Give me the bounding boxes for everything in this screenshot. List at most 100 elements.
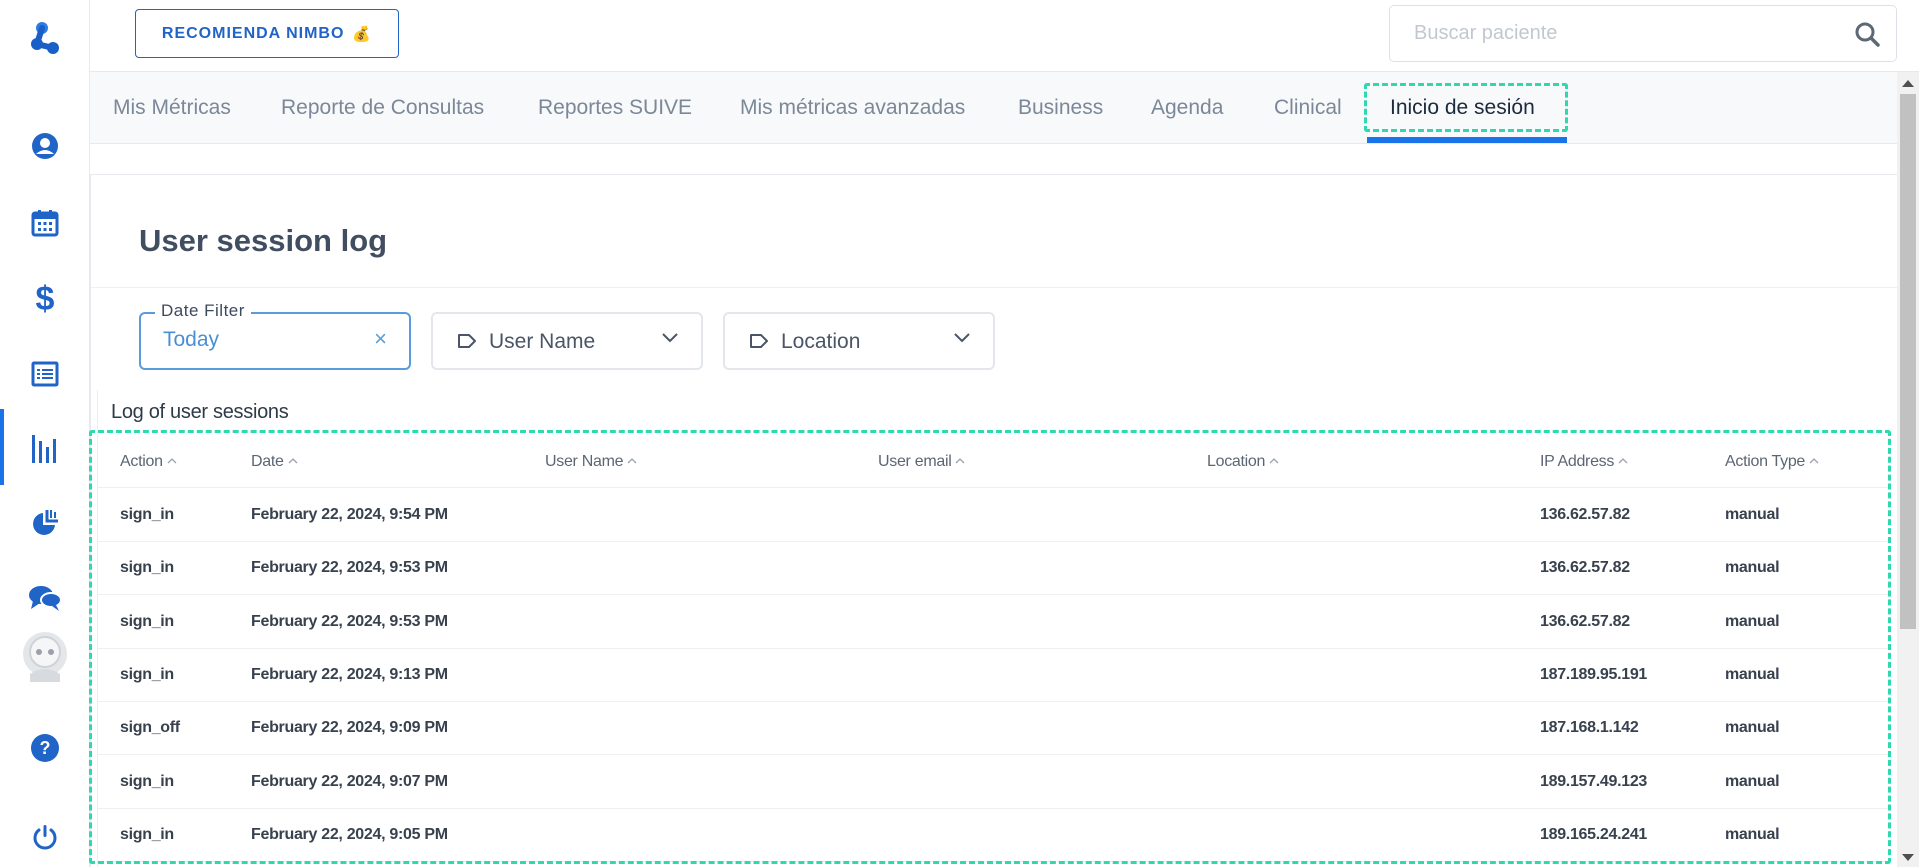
date-filter-label: Date Filter bbox=[155, 301, 251, 321]
money-bag-icon: 💰 bbox=[352, 25, 373, 43]
sort-icon bbox=[1618, 458, 1628, 464]
chevron-down-icon bbox=[662, 333, 678, 343]
cell-ip-address: 189.157.49.123 bbox=[1540, 772, 1648, 790]
cell-action: sign_in bbox=[120, 505, 174, 523]
tab-bar: Mis Métricas Reporte de Consultas Report… bbox=[90, 72, 1897, 144]
user-icon[interactable] bbox=[0, 121, 90, 171]
tab-inicio-de-sesion[interactable]: Inicio de sesión bbox=[1390, 72, 1535, 144]
avatar-icon[interactable] bbox=[0, 628, 90, 688]
user-name-filter[interactable]: User Name bbox=[431, 312, 703, 370]
cell-action-type: manual bbox=[1725, 772, 1780, 790]
table-row: sign_in February 22, 2024, 9:05 PM 189.1… bbox=[98, 809, 1888, 863]
tag-icon bbox=[458, 334, 476, 348]
session-log-card: Log of user sessions Action Date User Na… bbox=[97, 390, 1888, 867]
calendar-icon[interactable] bbox=[0, 198, 90, 248]
cell-action: sign_in bbox=[120, 826, 174, 844]
cell-date: February 22, 2024, 9:07 PM bbox=[251, 772, 448, 790]
table-row: sign_in February 22, 2024, 9:13 PM 187.1… bbox=[98, 649, 1888, 702]
clear-icon[interactable]: × bbox=[374, 326, 387, 352]
cell-ip-address: 136.62.57.82 bbox=[1540, 559, 1630, 577]
help-icon[interactable]: ? bbox=[0, 723, 90, 773]
analytics-icon[interactable] bbox=[0, 498, 90, 548]
cell-date: February 22, 2024, 9:53 PM bbox=[251, 612, 448, 630]
search-icon[interactable] bbox=[1854, 21, 1880, 47]
sort-icon bbox=[288, 458, 298, 464]
column-header-location[interactable]: Location bbox=[1207, 435, 1279, 488]
cell-action-type: manual bbox=[1725, 612, 1780, 630]
cell-ip-address: 189.165.24.241 bbox=[1540, 826, 1648, 844]
column-header-user-name[interactable]: User Name bbox=[545, 435, 637, 488]
cell-action-type: manual bbox=[1725, 505, 1780, 523]
sidebar: $ ? bbox=[0, 0, 90, 867]
metrics-icon[interactable] bbox=[0, 424, 90, 474]
cell-action: sign_off bbox=[120, 719, 180, 737]
cell-ip-address: 136.62.57.82 bbox=[1540, 505, 1630, 523]
column-header-date[interactable]: Date bbox=[251, 435, 298, 488]
power-icon[interactable] bbox=[0, 812, 90, 862]
column-header-ip-address[interactable]: IP Address bbox=[1540, 435, 1628, 488]
sort-icon bbox=[627, 458, 637, 464]
divider bbox=[91, 287, 1898, 288]
table-row: sign_off February 22, 2024, 9:09 PM 187.… bbox=[98, 702, 1888, 756]
top-header: RECOMIENDA NIMBO 💰 bbox=[90, 0, 1919, 72]
svg-text:?: ? bbox=[40, 738, 51, 758]
chevron-down-icon bbox=[954, 333, 970, 343]
column-header-user-email[interactable]: User email bbox=[878, 435, 965, 488]
cell-date: February 22, 2024, 9:09 PM bbox=[251, 719, 448, 737]
date-filter-value: Today bbox=[163, 328, 220, 351]
cell-ip-address: 187.189.95.191 bbox=[1540, 666, 1648, 684]
tab-reportes-suive[interactable]: Reportes SUIVE bbox=[538, 72, 692, 144]
scroll-down-arrow-icon[interactable] bbox=[1902, 854, 1914, 861]
scrollbar-thumb[interactable] bbox=[1900, 94, 1916, 629]
cell-date: February 22, 2024, 9:53 PM bbox=[251, 559, 448, 577]
search-box[interactable] bbox=[1389, 5, 1897, 62]
session-log-table: Action Date User Name User email Locatio… bbox=[98, 435, 1888, 863]
cell-action-type: manual bbox=[1725, 826, 1780, 844]
cell-action: sign_in bbox=[120, 559, 174, 577]
column-header-action[interactable]: Action bbox=[120, 435, 177, 488]
list-icon[interactable] bbox=[0, 349, 90, 399]
tab-clinical[interactable]: Clinical bbox=[1274, 72, 1342, 144]
dollar-icon[interactable]: $ bbox=[0, 273, 90, 323]
search-input[interactable] bbox=[1414, 6, 1834, 61]
location-filter-label: Location bbox=[781, 330, 861, 353]
cell-ip-address: 187.168.1.142 bbox=[1540, 719, 1639, 737]
page-title: User session log bbox=[139, 223, 388, 258]
table-row: sign_in February 22, 2024, 9:53 PM 136.6… bbox=[98, 595, 1888, 649]
svg-text:$: $ bbox=[36, 281, 55, 315]
recommend-nimbo-button[interactable]: RECOMIENDA NIMBO 💰 bbox=[135, 9, 399, 58]
app-window: $ ? RECOMIENDA NIMBO 💰 Buscar paciente M… bbox=[0, 0, 1919, 867]
tab-mis-metricas[interactable]: Mis Métricas bbox=[113, 72, 231, 144]
sort-icon bbox=[956, 458, 965, 464]
cell-action-type: manual bbox=[1725, 666, 1780, 684]
active-tab-underline bbox=[1367, 137, 1567, 143]
tab-business[interactable]: Business bbox=[1018, 72, 1103, 144]
tab-agenda[interactable]: Agenda bbox=[1151, 72, 1223, 144]
vertical-scrollbar[interactable] bbox=[1897, 72, 1919, 867]
cell-action-type: manual bbox=[1725, 559, 1780, 577]
date-filter[interactable]: Date Filter Today × bbox=[139, 301, 411, 370]
cell-date: February 22, 2024, 9:13 PM bbox=[251, 666, 448, 684]
tab-reporte-consultas[interactable]: Reporte de Consultas bbox=[281, 72, 484, 144]
cell-date: February 22, 2024, 9:54 PM bbox=[251, 505, 448, 523]
table-row: sign_in February 22, 2024, 9:53 PM 136.6… bbox=[98, 542, 1888, 596]
table-row: sign_in February 22, 2024, 9:54 PM 136.6… bbox=[98, 488, 1888, 542]
tag-icon bbox=[750, 334, 768, 348]
cell-action: sign_in bbox=[120, 612, 174, 630]
recommend-label: RECOMIENDA NIMBO bbox=[161, 24, 345, 42]
chat-icon[interactable] bbox=[0, 573, 90, 623]
sort-icon bbox=[1809, 458, 1819, 464]
user-name-filter-label: User Name bbox=[489, 330, 596, 353]
main-content: User session log Date Filter Today × Use… bbox=[90, 174, 1898, 867]
cell-action-type: manual bbox=[1725, 719, 1780, 737]
column-header-action-type[interactable]: Action Type bbox=[1725, 435, 1819, 488]
location-filter[interactable]: Location bbox=[723, 312, 995, 370]
scroll-up-arrow-icon[interactable] bbox=[1902, 80, 1914, 87]
table-header-row: Action Date User Name User email Locatio… bbox=[98, 435, 1888, 489]
log-title: Log of user sessions bbox=[111, 401, 289, 423]
cell-action: sign_in bbox=[120, 666, 174, 684]
cell-action: sign_in bbox=[120, 772, 174, 790]
sort-icon bbox=[1269, 458, 1279, 464]
tab-metricas-avanzadas[interactable]: Mis métricas avanzadas bbox=[740, 72, 965, 144]
logo-icon[interactable] bbox=[0, 8, 90, 68]
